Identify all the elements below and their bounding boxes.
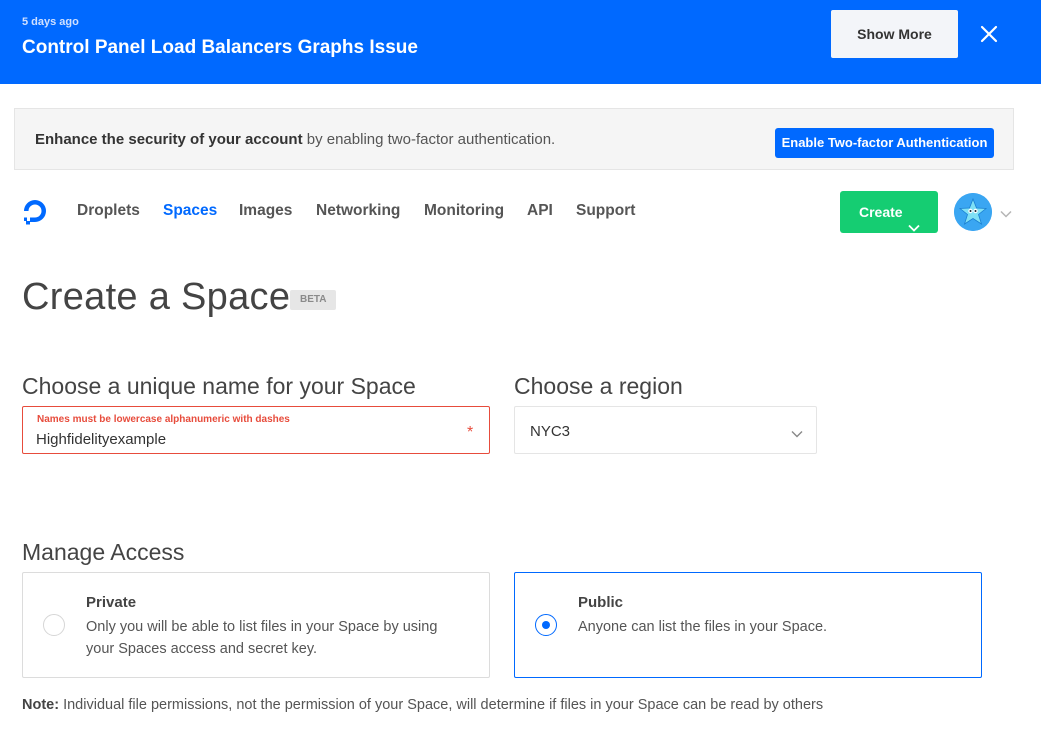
access-option-public[interactable]: Public Anyone can list the files in your…: [514, 572, 982, 678]
create-button[interactable]: Create: [840, 191, 938, 233]
digitalocean-logo-icon[interactable]: [22, 196, 52, 226]
two-factor-notice-text: Enhance the security of your account by …: [35, 131, 555, 148]
notification-banner: 5 days ago Control Panel Load Balancers …: [0, 0, 1041, 84]
nav-item-support[interactable]: Support: [576, 202, 635, 220]
region-heading: Choose a region: [514, 373, 683, 399]
access-option-description: Anyone can list the files in your Space.: [578, 619, 828, 635]
chevron-down-icon: [908, 207, 920, 232]
access-option-private[interactable]: Private Only you will be able to list fi…: [22, 572, 490, 678]
region-select[interactable]: NYC3: [514, 406, 817, 454]
top-nav: Droplets Spaces Images Networking Monito…: [0, 180, 1041, 240]
two-factor-notice-bold: Enhance the security of your account: [35, 131, 303, 148]
public-radio[interactable]: [535, 614, 557, 636]
required-marker: *: [467, 424, 474, 441]
private-radio[interactable]: [43, 614, 65, 636]
space-name-heading: Choose a unique name for your Space: [22, 373, 416, 399]
note-text: Individual file permissions, not the per…: [59, 697, 824, 713]
access-option-description: Only you will be able to list files in y…: [86, 619, 438, 657]
page-title: Create a Space: [22, 276, 291, 318]
region-selected-value: NYC3: [530, 423, 571, 440]
create-button-label: Create: [859, 204, 903, 220]
access-option-title: Public: [578, 594, 624, 611]
nav-item-monitoring[interactable]: Monitoring: [424, 202, 504, 220]
two-factor-notice-rest: by enabling two-factor authentication.: [302, 131, 556, 148]
space-name-input[interactable]: [36, 429, 436, 449]
chevron-down-icon: [791, 426, 803, 438]
enable-two-factor-button[interactable]: Enable Two-factor Authentication: [775, 128, 994, 158]
avatar-sammy-icon[interactable]: [954, 193, 992, 231]
nav-item-images[interactable]: Images: [239, 202, 292, 220]
two-factor-notice: Enhance the security of your account by …: [14, 108, 1014, 170]
note-label: Note:: [22, 697, 60, 713]
access-note: Note: Individual file permissions, not t…: [22, 697, 823, 713]
space-name-error: Names must be lowercase alphanumeric wit…: [37, 414, 290, 425]
nav-item-networking[interactable]: Networking: [316, 202, 400, 220]
access-option-title: Private: [86, 594, 137, 611]
banner-timestamp: 5 days ago: [22, 16, 79, 28]
manage-access-heading: Manage Access: [22, 539, 185, 565]
beta-badge: BETA: [290, 290, 337, 310]
radio-selected-dot: [542, 621, 550, 629]
nav-item-api[interactable]: API: [527, 202, 553, 220]
close-icon[interactable]: [977, 22, 1001, 46]
space-name-field[interactable]: Names must be lowercase alphanumeric wit…: [22, 406, 490, 454]
account-chevron-down-icon[interactable]: [1000, 206, 1012, 218]
nav-item-spaces[interactable]: Spaces: [163, 202, 217, 220]
show-more-button[interactable]: Show More: [831, 10, 958, 58]
nav-item-droplets[interactable]: Droplets: [77, 202, 140, 220]
banner-title[interactable]: Control Panel Load Balancers Graphs Issu…: [22, 37, 418, 59]
